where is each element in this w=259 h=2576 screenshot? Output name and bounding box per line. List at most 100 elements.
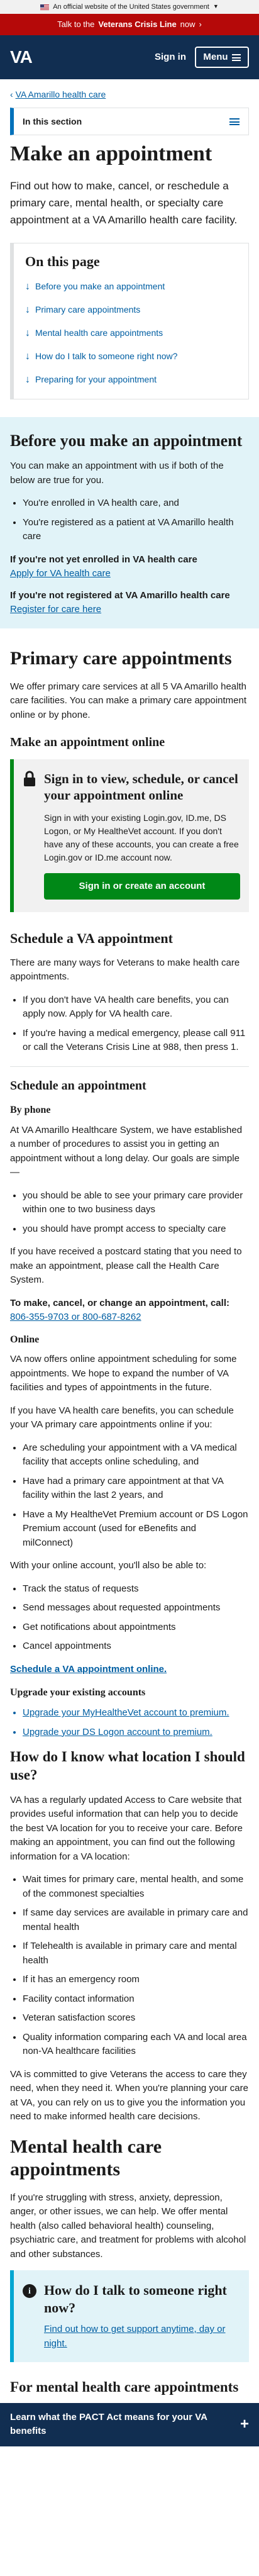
- online-eligibility: If you have VA health care benefits, you…: [10, 1405, 234, 1430]
- list-item: Send messages about requested appointmen…: [23, 1601, 249, 1615]
- before-lead: You can make an appointment with us if b…: [10, 460, 224, 486]
- talk-now-link[interactable]: Find out how to get support anytime, day…: [44, 2322, 240, 2351]
- chevron-down-icon: ▼: [212, 3, 219, 10]
- list-item: Are scheduling your appointment with a V…: [23, 1441, 249, 1469]
- schedule-appt-title: Schedule an appointment: [10, 1078, 146, 1093]
- jump-link-label: Before you make an appointment: [35, 281, 165, 292]
- schedule-online-link[interactable]: Schedule a VA appointment online.: [10, 1663, 249, 1677]
- location-text: VA has a regularly updated Access to Car…: [10, 1794, 243, 1862]
- arrow-down-icon: ↓: [25, 327, 30, 338]
- list-item: You're enrolled in VA health care, and: [23, 496, 249, 511]
- crisis-line-name: Veterans Crisis Line: [98, 20, 177, 30]
- jump-link-label: Preparing for your appointment: [35, 374, 157, 385]
- crisis-suffix: now: [180, 20, 196, 30]
- location-commitment: VA is committed to give Veterans the acc…: [10, 2068, 248, 2122]
- breadcrumb-back-link[interactable]: VA Amarillo health care: [16, 89, 106, 99]
- list-item: Track the status of requests: [23, 1582, 249, 1597]
- list-item: You're registered as a patient at VA Ama…: [23, 516, 249, 544]
- pact-act-banner[interactable]: Learn what the PACT Act means for your V…: [0, 2402, 259, 2446]
- in-this-section-menu[interactable]: In this section: [10, 108, 249, 135]
- arrow-down-icon: ↓: [25, 374, 30, 385]
- breadcrumb[interactable]: ‹ VA Amarillo health care: [0, 79, 259, 108]
- jump-link-talk[interactable]: ↓ How do I talk to someone right now?: [25, 345, 240, 368]
- on-this-page-title: On this page: [25, 253, 100, 269]
- talk-now-title: How do I talk to someone right now?: [44, 2282, 227, 2316]
- mental-health-title: Mental health care appointments: [10, 2136, 162, 2180]
- menu-button[interactable]: Menu: [195, 47, 249, 68]
- list-item: If same day services are available in pr…: [23, 1906, 249, 1934]
- sign-in-box: Sign in to view, schedule, or cancel you…: [10, 759, 249, 913]
- list-item: you should be able to see your primary c…: [23, 1189, 249, 1217]
- jump-link-label: Primary care appointments: [35, 304, 141, 315]
- va-logo[interactable]: VA: [10, 44, 33, 70]
- crisis-prefix: Talk to the: [57, 20, 95, 30]
- menu-label: Menu: [203, 51, 228, 62]
- sign-in-box-text: Sign in with your existing Login.gov, ID…: [44, 812, 239, 862]
- arrow-down-icon: ↓: [25, 281, 30, 292]
- online-title: Make an appointment online: [10, 735, 165, 750]
- jump-link-primary[interactable]: ↓ Primary care appointments: [25, 298, 240, 321]
- by-phone-text: At VA Amarillo Healthcare System, we hav…: [10, 1124, 243, 1178]
- pact-act-text: Learn what the PACT Act means for your V…: [10, 2411, 207, 2437]
- by-phone-title: By phone: [10, 1104, 51, 1115]
- phone-links[interactable]: 806-355-9703 or 800-687-8262: [10, 1310, 249, 1325]
- hamburger-icon: [229, 118, 240, 125]
- jump-link-label: Mental health care appointments: [35, 328, 163, 338]
- list-item: Get notifications about appointments: [23, 1620, 249, 1635]
- sign-in-create-account-button[interactable]: Sign in or create an account: [44, 873, 240, 900]
- primary-care-text: We offer primary care services at all 5 …: [10, 681, 247, 720]
- list-item: Have a My HealtheVet Premium account or …: [23, 1508, 249, 1551]
- crisis-line-bar[interactable]: Talk to the Veterans Crisis Line now ›: [0, 14, 259, 35]
- sign-in-link[interactable]: Sign in: [155, 50, 186, 65]
- apply-link[interactable]: Apply for VA health care: [10, 567, 249, 581]
- chevron-right-icon: ›: [199, 20, 202, 30]
- list-item: If it has an emergency room: [23, 1973, 249, 1987]
- official-gov-text: An official website of the United States…: [53, 3, 209, 11]
- arrow-down-icon: ↓: [25, 304, 30, 315]
- arrow-down-icon: ↓: [25, 350, 30, 362]
- online-subtitle: Online: [10, 1334, 40, 1345]
- upgrade-title: Upgrade your existing accounts: [10, 1687, 146, 1698]
- list-item: If you don't have VA health care benefit…: [23, 993, 249, 1022]
- upgrade-dslogon-link[interactable]: Upgrade your DS Logon account to premium…: [23, 1726, 249, 1740]
- jump-link-label: How do I talk to someone right now?: [35, 351, 178, 362]
- list-item: If Telehealth is available in primary ca…: [23, 1939, 249, 1968]
- official-gov-banner[interactable]: An official website of the United States…: [0, 0, 259, 14]
- info-icon: i: [23, 2284, 36, 2299]
- expand-plus-icon[interactable]: +: [240, 2417, 249, 2432]
- list-item: you should have prompt access to special…: [23, 1222, 249, 1237]
- on-this-page: On this page ↓ Before you make an appoint…: [10, 242, 249, 400]
- list-item: Veteran satisfaction scores: [23, 2011, 249, 2026]
- for-mental-title: For mental health care appointments: [10, 2379, 239, 2395]
- list-item: Quality information comparing each VA an…: [23, 2031, 249, 2059]
- register-link[interactable]: Register for care here: [10, 603, 249, 617]
- online-account-text: With your online account, you'll also be…: [10, 1560, 207, 1571]
- page-title: Make an appointment: [10, 142, 212, 165]
- menu-icon: [231, 53, 241, 61]
- list-item: If you're having a medical emergency, pl…: [23, 1027, 249, 1055]
- make-cancel-label: To make, cancel, or change an appointmen…: [10, 1297, 229, 1308]
- lock-icon: [24, 771, 35, 787]
- jump-link-mental[interactable]: ↓ Mental health care appointments: [25, 321, 240, 345]
- postcard-text: If you have received a postcard stating …: [10, 1246, 242, 1286]
- us-flag-icon: [40, 4, 50, 10]
- talk-now-box: i How do I talk to someone right now? Fi…: [10, 2270, 249, 2363]
- section-nav-label: In this section: [23, 116, 82, 126]
- list-item: Cancel appointments: [23, 1639, 249, 1654]
- list-item: Facility contact information: [23, 1992, 249, 2007]
- before-appointment-box: Before you make an appointment You can m…: [0, 417, 259, 628]
- site-header: VA Sign in Menu: [0, 35, 259, 79]
- list-item: Have had a primary care appointment at t…: [23, 1475, 249, 1503]
- location-title: How do I know what location I should use…: [10, 1749, 245, 1783]
- not-enrolled-label: If you're not yet enrolled in VA health …: [10, 554, 197, 565]
- online-text: VA now offers online appointment schedul…: [10, 1354, 237, 1393]
- before-title: Before you make an appointment: [10, 432, 243, 450]
- mental-health-text: If you're struggling with stress, anxiet…: [10, 2192, 246, 2260]
- schedule-lead: There are many ways for Veterans to make…: [10, 957, 240, 983]
- not-registered-label: If you're not registered at VA Amarillo …: [10, 589, 230, 601]
- upgrade-mhv-link[interactable]: Upgrade your MyHealtheVet account to pre…: [23, 1706, 249, 1720]
- schedule-title: Schedule a VA appointment: [10, 930, 173, 947]
- jump-link-before[interactable]: ↓ Before you make an appointment: [25, 275, 240, 298]
- jump-link-preparing[interactable]: ↓ Preparing for your appointment: [25, 368, 240, 391]
- list-item: Wait times for primary care, mental heal…: [23, 1873, 249, 1901]
